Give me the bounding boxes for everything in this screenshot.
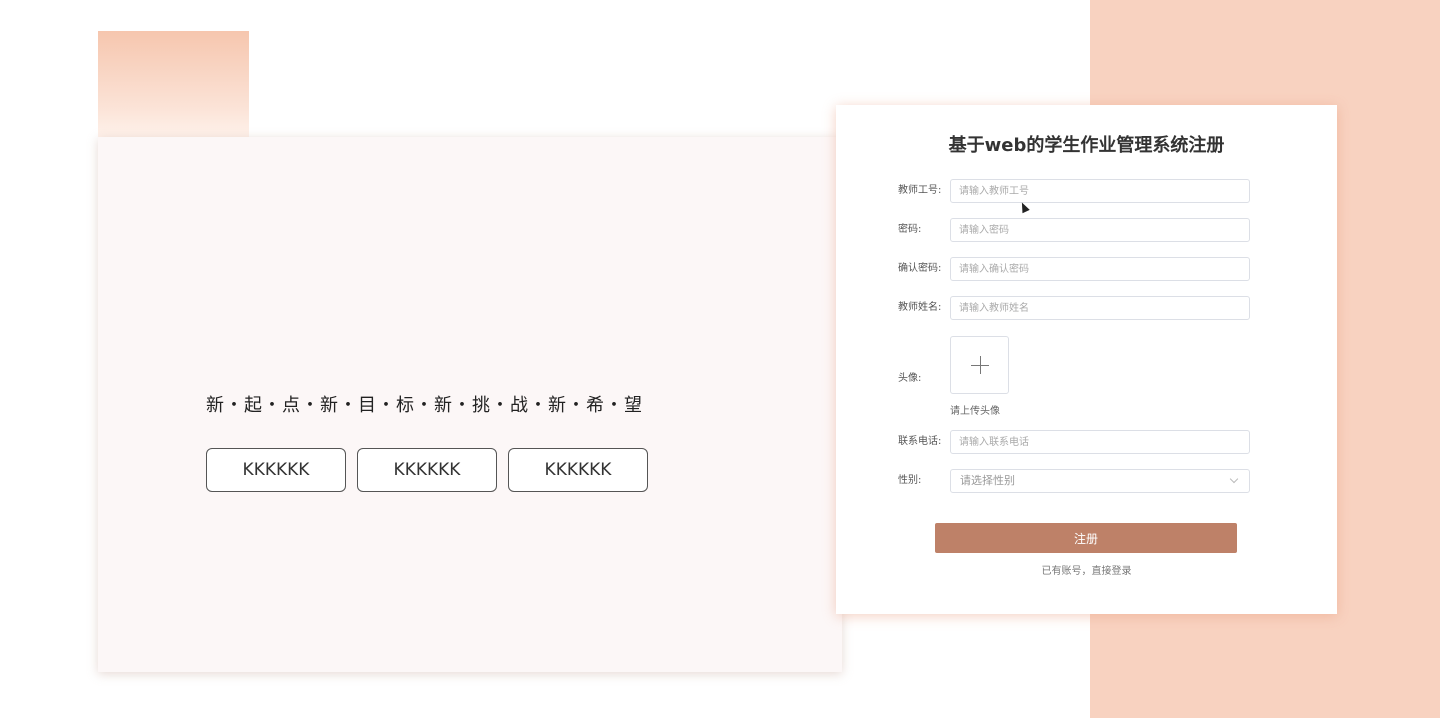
hero-button-1[interactable]: KKKKKK [206, 448, 346, 492]
field-row-confirm-password: 确认密码: [836, 257, 1337, 281]
phone-input[interactable] [950, 430, 1250, 454]
field-row-phone: 联系电话: [836, 430, 1337, 454]
login-link[interactable]: 已有账号，直接登录 [836, 562, 1337, 577]
field-row-teacher-name: 教师姓名: [836, 296, 1337, 320]
decorative-square [98, 31, 249, 141]
register-form-card: 基于web的学生作业管理系统注册 教师工号: 密码: 确认密码: 教师姓名: 头… [836, 105, 1337, 614]
hero-button-row: KKKKKK KKKKKK KKKKKK [206, 448, 648, 492]
slogan-text: 新・起・点・新・目・标・新・挑・战・新・希・望 [206, 395, 643, 416]
gender-label: 性别: [898, 475, 922, 486]
field-row-teacher-id: 教师工号: [836, 179, 1337, 203]
chevron-down-icon [1229, 474, 1239, 484]
teacher-name-input[interactable] [950, 296, 1250, 320]
gender-select[interactable]: 请选择性别 [950, 469, 1250, 493]
phone-label: 联系电话: [898, 436, 942, 447]
hero-card: 新・起・点・新・目・标・新・挑・战・新・希・望 KKKKKK KKKKKK KK… [98, 137, 842, 672]
password-input[interactable] [950, 218, 1250, 242]
confirm-password-input[interactable] [950, 257, 1250, 281]
field-row-gender: 性别: 请选择性别 [836, 469, 1337, 493]
hero-button-2[interactable]: KKKKKK [357, 448, 497, 492]
teacher-name-label: 教师姓名: [898, 302, 942, 313]
avatar-upload-button[interactable] [950, 336, 1009, 394]
page: 新・起・点・新・目・标・新・挑・战・新・希・望 KKKKKK KKKKKK KK… [0, 0, 1440, 718]
hero-button-3[interactable]: KKKKKK [508, 448, 648, 492]
avatar-upload-hint: 请上传头像 [950, 406, 1000, 417]
avatar-label: 头像: [898, 373, 922, 384]
teacher-id-label: 教师工号: [898, 185, 942, 196]
register-button[interactable]: 注册 [935, 523, 1237, 553]
password-label: 密码: [898, 224, 922, 235]
form-title: 基于web的学生作业管理系统注册 [948, 135, 1225, 156]
field-row-password: 密码: [836, 218, 1337, 242]
confirm-password-label: 确认密码: [898, 263, 942, 274]
gender-select-placeholder: 请选择性别 [960, 474, 1015, 487]
teacher-id-input[interactable] [950, 179, 1250, 203]
